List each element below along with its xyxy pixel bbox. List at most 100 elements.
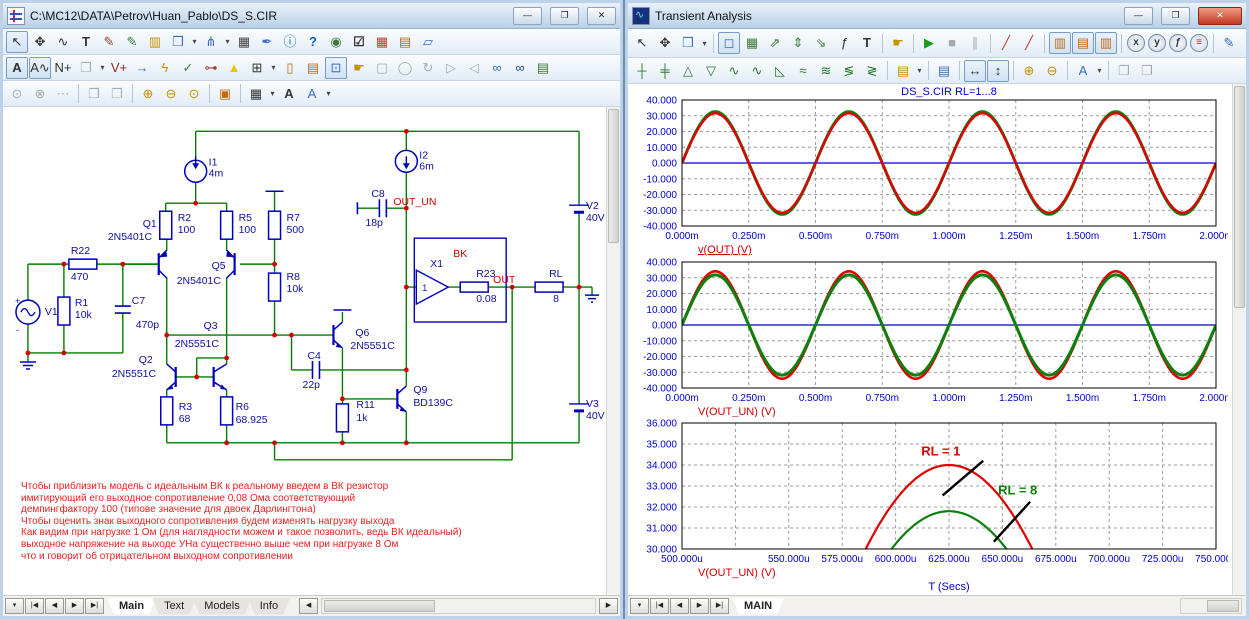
model-page-icon[interactable]: ▦	[371, 31, 393, 53]
line-mode-icon[interactable]: ✎	[98, 31, 120, 53]
last-plot-button[interactable]: ▶|	[710, 598, 729, 614]
slope-linear-icon[interactable]: ╱	[995, 32, 1017, 54]
enable-checkbox-icon[interactable]: ☑	[348, 31, 370, 53]
edit-analysis-icon[interactable]: ✎	[1218, 32, 1240, 54]
cursor-slope-mode-icon[interactable]: ⇗	[764, 32, 786, 54]
zoom-in-icon[interactable]: ⊕	[137, 83, 159, 105]
y-cursors-icon[interactable]: ↕	[987, 60, 1009, 82]
close-button[interactable]: ✕	[587, 7, 616, 25]
panel-left-stripes-icon[interactable]: ▥	[1049, 32, 1071, 54]
vertical-tag-mode-icon[interactable]: ⇕	[787, 32, 809, 54]
select-area-icon[interactable]: ⊡	[325, 57, 347, 79]
last-sheet-button[interactable]: ▶|	[85, 598, 104, 614]
tab-main[interactable]: MAIN	[732, 598, 784, 615]
y-axis-settings-icon[interactable]: y	[1148, 34, 1166, 52]
previous-sheet-button[interactable]: ◀	[45, 598, 64, 614]
pin-connections-toggle-icon[interactable]: ⊶	[200, 57, 222, 79]
scrollbar-thumb[interactable]	[324, 600, 435, 612]
tag-left-icon[interactable]: ≶	[838, 60, 860, 82]
tab-models[interactable]: Models	[192, 598, 251, 615]
polyline-mode-icon[interactable]: ✎	[121, 31, 143, 53]
clipboard-icon[interactable]: ▤	[892, 60, 914, 82]
analysis-titlebar[interactable]: Transient Analysis — ❐ ✕	[628, 3, 1246, 29]
grid-toggle-dropdown-arrow-icon[interactable]: ▾	[269, 63, 278, 72]
attribute-wave-toggle-icon[interactable]: A∿	[29, 57, 51, 79]
x-cursors-icon[interactable]: ↔	[964, 60, 986, 82]
graphics-pen-icon[interactable]: ✒	[256, 31, 278, 53]
zoom-100-icon[interactable]: ⊙	[183, 83, 205, 105]
edit-notes-icon[interactable]: ▱	[417, 31, 439, 53]
info-mode-icon[interactable]: ⓘ	[279, 31, 301, 53]
text-mode-icon[interactable]: T	[75, 31, 97, 53]
point-tag-mode-icon[interactable]: ⇘	[810, 32, 832, 54]
properties-icon[interactable]: ☛	[887, 32, 909, 54]
page-properties-icon[interactable]: ▤	[302, 57, 324, 79]
scale-mode-icon[interactable]: ▦	[741, 32, 763, 54]
zoom-rect-mode-icon[interactable]: ◻	[718, 32, 740, 54]
peak-icon[interactable]: △	[677, 60, 699, 82]
zoom-out-icon[interactable]: ⊖	[1041, 60, 1063, 82]
scrollbar-thumb[interactable]	[1234, 86, 1245, 308]
schematic-vertical-scrollbar[interactable]	[606, 107, 620, 595]
bus-mode-icon[interactable]: ▥	[144, 31, 166, 53]
find-component-dropdown-arrow-icon[interactable]: ▾	[190, 37, 199, 46]
go-to-branch-icon[interactable]: ≈	[792, 60, 814, 82]
zoom-out-icon[interactable]: ⊖	[160, 83, 182, 105]
hscroll-right-button[interactable]: ▶	[599, 598, 618, 614]
font-color-icon[interactable]: A	[301, 83, 323, 105]
close-button[interactable]: ✕	[1198, 7, 1242, 25]
pan-tool-icon[interactable]: ✥	[654, 32, 676, 54]
grid-select-dropdown-arrow-icon[interactable]: ▾	[268, 89, 277, 98]
tag-right-icon[interactable]: ≷	[861, 60, 883, 82]
power-toggle-icon[interactable]: ϟ	[154, 57, 176, 79]
panel-horizontal-stripes-icon[interactable]: ▤	[1072, 32, 1094, 54]
conditions-toggle-icon[interactable]: ✓	[177, 57, 199, 79]
properties-icon[interactable]: ☛	[348, 57, 370, 79]
zoom-in-icon[interactable]: ⊕	[1018, 60, 1040, 82]
next-sheet-button[interactable]: ▶	[65, 598, 84, 614]
flowchart-mode-icon[interactable]: ⋔	[200, 31, 222, 53]
select-tool-icon[interactable]: ↖	[631, 32, 653, 54]
restore-button[interactable]: ❐	[1161, 7, 1190, 25]
link-web-icon[interactable]: ◉	[325, 31, 347, 53]
first-plot-button[interactable]: |◀	[650, 598, 669, 614]
font-color-dropdown-arrow-icon[interactable]: ▾	[1095, 66, 1104, 75]
font-color-dropdown-arrow-icon[interactable]: ▾	[324, 89, 333, 98]
restore-button[interactable]: ❐	[550, 7, 579, 25]
scrollbar-thumb[interactable]	[1207, 600, 1239, 612]
find-repeat-icon[interactable]: ∞	[509, 57, 531, 79]
previous-plot-button[interactable]: ◀	[670, 598, 689, 614]
plot-vout-un-zoom[interactable]: 36.00035.00034.00033.00032.00031.00030.0…	[632, 417, 1228, 595]
text-mode-icon[interactable]: T	[856, 32, 878, 54]
new-page-icon[interactable]: ▯	[279, 57, 301, 79]
pan-tool-icon[interactable]: ✥	[29, 31, 51, 53]
slope-log-icon[interactable]: ╱	[1018, 32, 1040, 54]
hscroll-left-button[interactable]: ◀	[299, 598, 318, 614]
schematic-titlebar[interactable]: C:\MC12\DATA\Petrov\Huan_Pablo\DS_S.CIR …	[3, 3, 620, 29]
inflection-icon[interactable]: ◺	[769, 60, 791, 82]
low-icon[interactable]: ∿	[746, 60, 768, 82]
shape-tool-dropdown-arrow-icon[interactable]: ▾	[700, 39, 709, 48]
limits-settings-icon[interactable]: ≡	[1190, 34, 1208, 52]
help-mode-icon[interactable]: ?	[302, 31, 324, 53]
plot-horizontal-scrollbar[interactable]	[1180, 598, 1242, 614]
clipboard-dropdown-arrow-icon[interactable]: ▾	[915, 66, 924, 75]
x-axis-settings-icon[interactable]: x	[1127, 34, 1145, 52]
select-tool-icon[interactable]: ↖	[6, 31, 28, 53]
high-icon[interactable]: ∿	[723, 60, 745, 82]
plot-vertical-scrollbar[interactable]	[1232, 84, 1246, 595]
attribute-text-toggle-icon[interactable]: A	[6, 57, 28, 79]
drc-warning-icon[interactable]: ▲	[223, 57, 245, 79]
node-voltages-toggle-icon[interactable]: V+	[108, 57, 130, 79]
node-numbers-toggle-icon[interactable]: N+	[52, 57, 74, 79]
schematic-horizontal-scrollbar[interactable]	[321, 598, 596, 614]
grid-toggle-icon[interactable]: ⊞	[246, 57, 268, 79]
tab-info[interactable]: Info	[248, 598, 290, 615]
shape-tool-icon[interactable]: ❒	[677, 32, 699, 54]
envelope-icon[interactable]: ≋	[815, 60, 837, 82]
next-plot-button[interactable]: ▶	[690, 598, 709, 614]
valley-icon[interactable]: ▽	[700, 60, 722, 82]
formula-text-mode-icon[interactable]: ƒ	[833, 32, 855, 54]
flowchart-mode-dropdown-arrow-icon[interactable]: ▾	[223, 37, 232, 46]
schematic-text-annotation[interactable]: Чтобы приблизить модель с идеальным ВК к…	[21, 481, 462, 562]
